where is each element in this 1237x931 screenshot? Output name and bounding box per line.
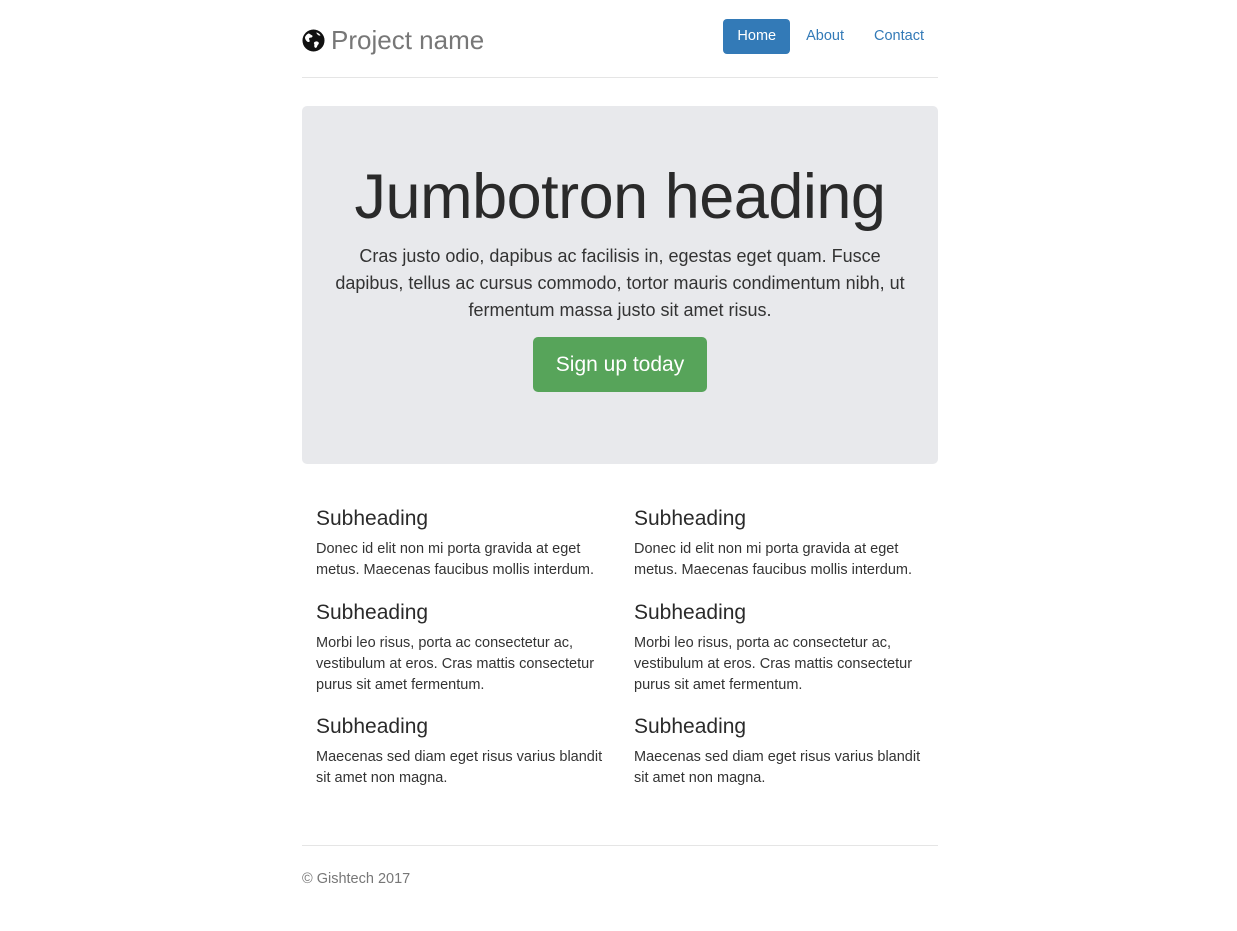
marketing-text: Maecenas sed diam eget risus varius blan… — [316, 749, 603, 786]
brand[interactable]: Project name — [302, 25, 484, 55]
marketing-item: Subheading Maecenas sed diam eget risus … — [634, 714, 924, 789]
marketing-text: Morbi leo risus, porta ac consectetur ac… — [634, 635, 913, 693]
signup-button[interactable]: Sign up today — [533, 337, 707, 392]
marketing-item: Subheading Morbi leo risus, porta ac con… — [634, 600, 924, 696]
subheading: Subheading — [634, 507, 747, 530]
marketing-text: Donec id elit non mi porta gravida at eg… — [316, 541, 595, 578]
nav-home[interactable]: Home — [723, 19, 791, 54]
subheading: Subheading — [316, 715, 429, 738]
subheading: Subheading — [634, 715, 747, 738]
subheading: Subheading — [634, 601, 747, 624]
nav-about[interactable]: About — [792, 19, 858, 54]
footer-copyright: © Gishtech 2017 — [302, 871, 411, 887]
header: Project name Home About Contact — [302, 0, 938, 78]
nav-contact[interactable]: Contact — [860, 19, 938, 54]
jumbotron-heading: Jumbotron heading — [354, 162, 886, 232]
marketing-item: Subheading Donec id elit non mi porta gr… — [316, 506, 606, 581]
main-nav: Home About Contact — [723, 19, 938, 54]
jumbotron: Jumbotron heading Cras justo odio, dapib… — [302, 106, 938, 464]
marketing-text: Morbi leo risus, porta ac consectetur ac… — [316, 635, 595, 693]
marketing-text: Donec id elit non mi porta gravida at eg… — [634, 541, 913, 578]
page-container: Project name Home About Contact Jumbotro… — [302, 0, 938, 887]
subheading: Subheading — [316, 601, 429, 624]
brand-name: Project name — [331, 25, 485, 55]
marketing-text: Maecenas sed diam eget risus varius blan… — [634, 749, 921, 786]
marketing-item: Subheading Morbi leo risus, porta ac con… — [316, 600, 606, 696]
subheading: Subheading — [316, 507, 429, 530]
footer: © Gishtech 2017 — [302, 845, 938, 887]
marketing-item: Subheading Donec id elit non mi porta gr… — [634, 506, 924, 581]
jumbotron-text: Cras justo odio, dapibus ac facilisis in… — [335, 246, 905, 320]
marketing-item: Subheading Maecenas sed diam eget risus … — [316, 714, 606, 789]
globe-icon — [302, 28, 325, 52]
